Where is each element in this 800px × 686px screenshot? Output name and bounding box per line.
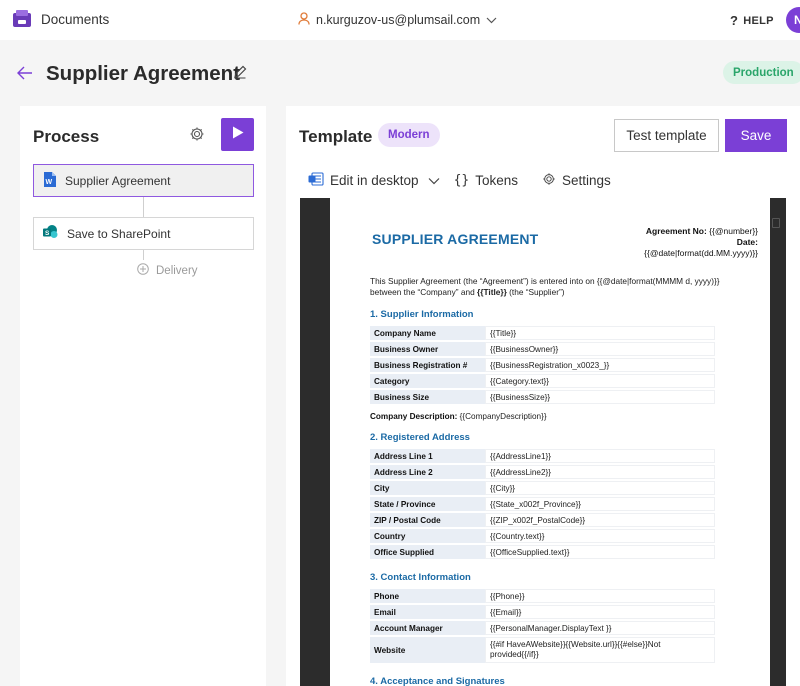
chevron-down-icon xyxy=(428,173,440,188)
supplier-info-table: Company Name {{Title}} Business Owner {{Bu… xyxy=(370,324,715,406)
template-panel: Template Modern Test template Save Edit … xyxy=(286,106,800,686)
table-row: Business Registration # {{BusinessRegistr… xyxy=(370,358,715,372)
date-label: Date: xyxy=(736,237,758,247)
document-title: SUPPLIER AGREEMENT xyxy=(372,231,539,247)
table-row: Office Supplied {{OfficeSupplied.text}} xyxy=(370,545,715,559)
edit-in-desktop-label: Edit in desktop xyxy=(330,173,419,188)
add-delivery-button[interactable]: Delivery xyxy=(137,263,198,278)
word-desktop-icon xyxy=(308,172,324,189)
frame-handle[interactable] xyxy=(772,218,780,228)
help-button[interactable]: ? HELP xyxy=(730,13,774,28)
user-icon xyxy=(298,12,310,28)
document-preview[interactable]: SUPPLIER AGREEMENT Agreement No: {{@numb… xyxy=(300,198,786,686)
gear-icon[interactable] xyxy=(189,126,205,147)
settings-label: Settings xyxy=(562,173,611,188)
table-row: ZIP / Postal Code {{ZIP_x002f_PostalCode}… xyxy=(370,513,715,527)
section-title: 2. Registered Address xyxy=(370,432,470,443)
table-row: State / Province {{State_x002f_Province}} xyxy=(370,497,715,511)
plus-circle-icon xyxy=(137,263,149,278)
section-title: 1. Supplier Information xyxy=(370,309,474,320)
step-connector xyxy=(143,197,144,217)
documents-app-icon xyxy=(12,10,32,28)
sharepoint-icon: S xyxy=(43,225,58,242)
table-row: Address Line 2 {{AddressLine2}} xyxy=(370,465,715,479)
section-title: 4. Acceptance and Signatures xyxy=(370,676,505,686)
template-title: Template xyxy=(299,127,373,146)
contact-table: Phone {{Phone}} Email {{Email}} Account Ma… xyxy=(370,587,715,665)
save-button[interactable]: Save xyxy=(725,119,787,152)
template-toolbar: Edit in desktop {} Tokens Settings xyxy=(308,172,611,189)
edit-in-desktop-button[interactable]: Edit in desktop xyxy=(308,172,419,189)
table-row: Category {{Category.text}} xyxy=(370,374,715,388)
step-label: Supplier Agreement xyxy=(65,173,171,188)
test-template-button[interactable]: Test template xyxy=(614,119,719,152)
word-doc-icon: W xyxy=(43,171,56,190)
chevron-down-icon xyxy=(486,13,497,27)
process-panel: Process W Supplier Agreement S Save to S… xyxy=(20,106,266,686)
braces-icon: {} xyxy=(453,173,470,188)
avatar[interactable]: N xyxy=(786,7,800,33)
svg-text:S: S xyxy=(45,230,50,237)
top-bar: Documents n.kurguzov-us@plumsail.com ? H… xyxy=(0,0,800,40)
app-brand[interactable]: Documents xyxy=(12,10,109,28)
help-label: HELP xyxy=(743,14,774,27)
table-row: Company Name {{Title}} xyxy=(370,326,715,340)
edit-options-dropdown[interactable] xyxy=(428,173,440,188)
gear-icon xyxy=(542,172,556,189)
table-row: Phone {{Phone}} xyxy=(370,589,715,603)
table-row: Email {{Email}} xyxy=(370,605,715,619)
step-supplier-agreement[interactable]: W Supplier Agreement xyxy=(33,164,254,197)
step-label: Save to SharePoint xyxy=(67,226,171,241)
section-title: 3. Contact Information xyxy=(370,572,471,583)
agreement-meta: Agreement No: {{@number}} Date: {{@date|… xyxy=(608,226,758,259)
table-row: Business Owner {{BusinessOwner}} xyxy=(370,342,715,356)
account-email: n.kurguzov-us@plumsail.com xyxy=(316,13,481,27)
table-row: City {{City}} xyxy=(370,481,715,495)
document-intro: This Supplier Agreement (the “Agreement”… xyxy=(370,276,720,297)
page-title: Supplier Agreement xyxy=(46,62,241,85)
delivery-label: Delivery xyxy=(156,264,198,277)
tokens-button[interactable]: {} Tokens xyxy=(454,173,518,188)
pencil-icon[interactable] xyxy=(233,65,247,84)
table-row: Address Line 1 {{AddressLine1}} xyxy=(370,449,715,463)
table-row: Website {{#if HaveAWebsite}}{{Website.url… xyxy=(370,637,715,663)
play-icon xyxy=(232,126,244,144)
app-name: Documents xyxy=(41,11,110,27)
document-page: SUPPLIER AGREEMENT Agreement No: {{@numb… xyxy=(330,198,770,686)
table-row: Business Size {{BusinessSize}} xyxy=(370,390,715,404)
run-button[interactable] xyxy=(221,118,254,151)
address-table: Address Line 1 {{AddressLine1}} Address L… xyxy=(370,447,715,561)
step-save-to-sharepoint[interactable]: S Save to SharePoint xyxy=(33,217,254,250)
agreement-no-value: {{@number}} xyxy=(709,226,758,236)
process-title: Process xyxy=(33,127,100,146)
status-badge: Production xyxy=(723,61,800,84)
svg-text:W: W xyxy=(46,179,53,186)
question-icon: ? xyxy=(730,13,739,28)
tokens-label: Tokens xyxy=(475,173,518,188)
avatar-initial: N xyxy=(794,13,800,27)
settings-button[interactable]: Settings xyxy=(542,172,611,189)
template-type-badge: Modern xyxy=(378,123,440,147)
step-connector xyxy=(143,250,144,260)
table-row: Country {{Country.text}} xyxy=(370,529,715,543)
table-row: Account Manager {{PersonalManager.Display… xyxy=(370,621,715,635)
company-description: Company Description: {{CompanyDescriptio… xyxy=(370,412,547,421)
date-value: {{@date|format(dd.MM.yyyy)}} xyxy=(644,248,758,258)
agreement-no-label: Agreement No: xyxy=(645,226,707,236)
account-switcher[interactable]: n.kurguzov-us@plumsail.com xyxy=(298,12,497,28)
back-arrow-icon[interactable] xyxy=(17,64,33,85)
